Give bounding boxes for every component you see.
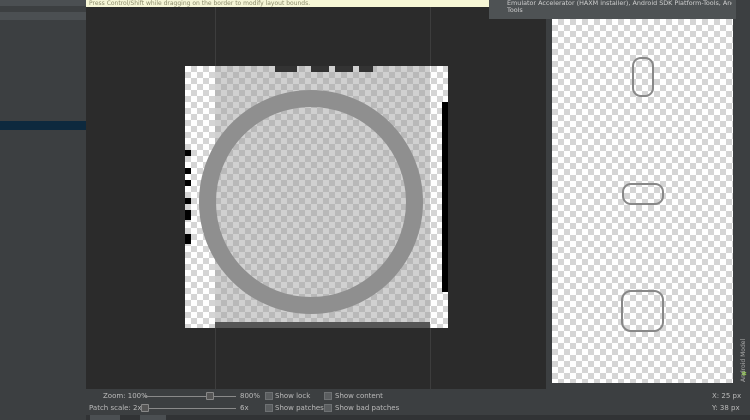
content-padding-marker-right[interactable] <box>442 102 448 292</box>
patch-marker-top[interactable] <box>359 66 373 72</box>
sidebar-row[interactable] <box>0 12 86 20</box>
show-bad-patches-checkbox-icon[interactable] <box>324 404 332 412</box>
zoom-slider[interactable] <box>144 396 236 397</box>
zoom-slider-knob-icon[interactable] <box>206 392 214 400</box>
patch-marker-top[interactable] <box>275 66 297 72</box>
sidebar-header <box>0 0 86 6</box>
tab-9-patch[interactable] <box>90 415 120 420</box>
show-bad-patches-label[interactable]: Show bad patches <box>335 404 399 412</box>
show-lock-label[interactable]: Show lock <box>275 392 310 400</box>
ring-image <box>199 90 423 314</box>
hint-bar: Press Control/Shift while dragging on th… <box>86 0 494 7</box>
y-coordinate: Y: 38 px <box>712 404 740 412</box>
tooltip-line-1: Emulator Accelerator (HAXM installer), A… <box>507 0 732 7</box>
preview-wide <box>622 183 664 205</box>
show-lock-checkbox-icon[interactable] <box>265 392 273 400</box>
project-sidebar <box>0 0 86 420</box>
preview-large <box>621 290 664 332</box>
zoom-label: Zoom: 100% <box>103 392 148 400</box>
x-coordinate: X: 25 px <box>712 392 742 400</box>
patch-marker-left[interactable] <box>185 210 191 220</box>
patch-marker-top[interactable] <box>311 66 329 72</box>
patch-marker-left[interactable] <box>185 198 191 204</box>
editor-tab-strip <box>86 415 750 420</box>
nine-patch-canvas[interactable] <box>185 66 448 328</box>
patch-scale-label: Patch scale: <box>89 404 131 412</box>
patch-marker-top[interactable] <box>335 66 353 72</box>
zoom-max-label: 800% <box>240 392 261 400</box>
content-padding-marker-bottom <box>215 322 430 328</box>
preview-area <box>552 19 733 383</box>
patch-marker-left[interactable] <box>185 234 191 244</box>
patch-marker-left[interactable] <box>185 180 191 186</box>
preview-small <box>632 57 654 97</box>
patch-marker-left[interactable] <box>185 150 191 156</box>
show-content-label[interactable]: Show content <box>335 392 383 400</box>
patch-scale-max: 6x <box>240 404 249 412</box>
side-tool-label[interactable]: Android Model <box>740 339 747 382</box>
patch-scale-knob-icon[interactable] <box>141 404 149 412</box>
show-patches-checkbox-icon[interactable] <box>265 404 273 412</box>
show-content-checkbox-icon[interactable] <box>324 392 332 400</box>
show-patches-label[interactable]: Show patches <box>275 404 324 412</box>
sidebar-selected-row[interactable] <box>0 121 86 130</box>
tooltip-line-2: Tools <box>507 7 523 14</box>
patch-scale-slider[interactable] <box>144 408 236 409</box>
patch-marker-left[interactable] <box>185 168 191 174</box>
tab-text[interactable] <box>140 415 166 420</box>
sdk-tooltip: Emulator Accelerator (HAXM installer), A… <box>489 0 736 19</box>
